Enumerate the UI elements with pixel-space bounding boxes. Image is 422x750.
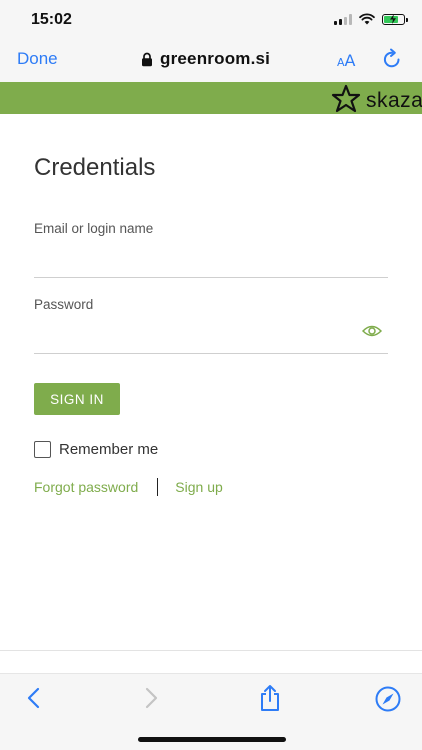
password-field[interactable] <box>34 324 354 350</box>
forgot-password-link[interactable]: Forgot password <box>34 479 138 495</box>
show-password-icon[interactable] <box>362 324 382 338</box>
wifi-icon <box>359 13 375 25</box>
signal-icon <box>334 13 352 25</box>
text-size-small: A <box>337 56 345 69</box>
status-bar: 15:02 <box>0 0 422 40</box>
forward-icon[interactable] <box>143 687 159 709</box>
compass-icon[interactable] <box>375 686 401 712</box>
page: 15:02 Done greenroom.si AA skaza Credent… <box>0 0 422 750</box>
sign-in-button[interactable]: SIGN IN <box>34 383 120 415</box>
back-icon[interactable] <box>26 687 42 709</box>
browser-toolbar: Done greenroom.si AA <box>0 40 422 82</box>
site-header: skaza <box>0 82 422 114</box>
email-field[interactable] <box>34 248 354 274</box>
checkbox-box[interactable] <box>34 441 51 458</box>
status-icons <box>334 13 408 25</box>
password-label: Password <box>34 297 94 312</box>
url-bar[interactable]: greenroom.si <box>141 49 270 69</box>
remember-me-checkbox[interactable]: Remember me <box>34 441 158 458</box>
email-label: Email or login name <box>34 221 154 236</box>
auth-links: Forgot password Sign up <box>34 478 223 496</box>
battery-charging-icon <box>382 13 408 25</box>
footer-divider <box>0 650 422 651</box>
status-time: 15:02 <box>31 11 72 28</box>
logo-text: skaza <box>366 89 422 112</box>
home-indicator <box>138 737 286 742</box>
skaza-logo[interactable]: skaza <box>331 84 422 114</box>
text-size-big: A <box>344 51 356 70</box>
text-size-button[interactable]: AA <box>337 51 355 70</box>
email-underline <box>34 277 388 278</box>
reload-icon[interactable] <box>381 48 403 70</box>
share-icon[interactable] <box>258 684 282 712</box>
remember-me-label: Remember me <box>59 441 159 458</box>
url-text: greenroom.si <box>160 49 271 68</box>
password-underline <box>34 353 388 354</box>
page-title: Credentials <box>34 154 156 181</box>
star-icon <box>331 84 361 113</box>
links-separator <box>157 478 159 496</box>
lock-icon <box>142 52 152 66</box>
done-button[interactable]: Done <box>17 49 58 69</box>
sign-up-link[interactable]: Sign up <box>175 479 222 495</box>
